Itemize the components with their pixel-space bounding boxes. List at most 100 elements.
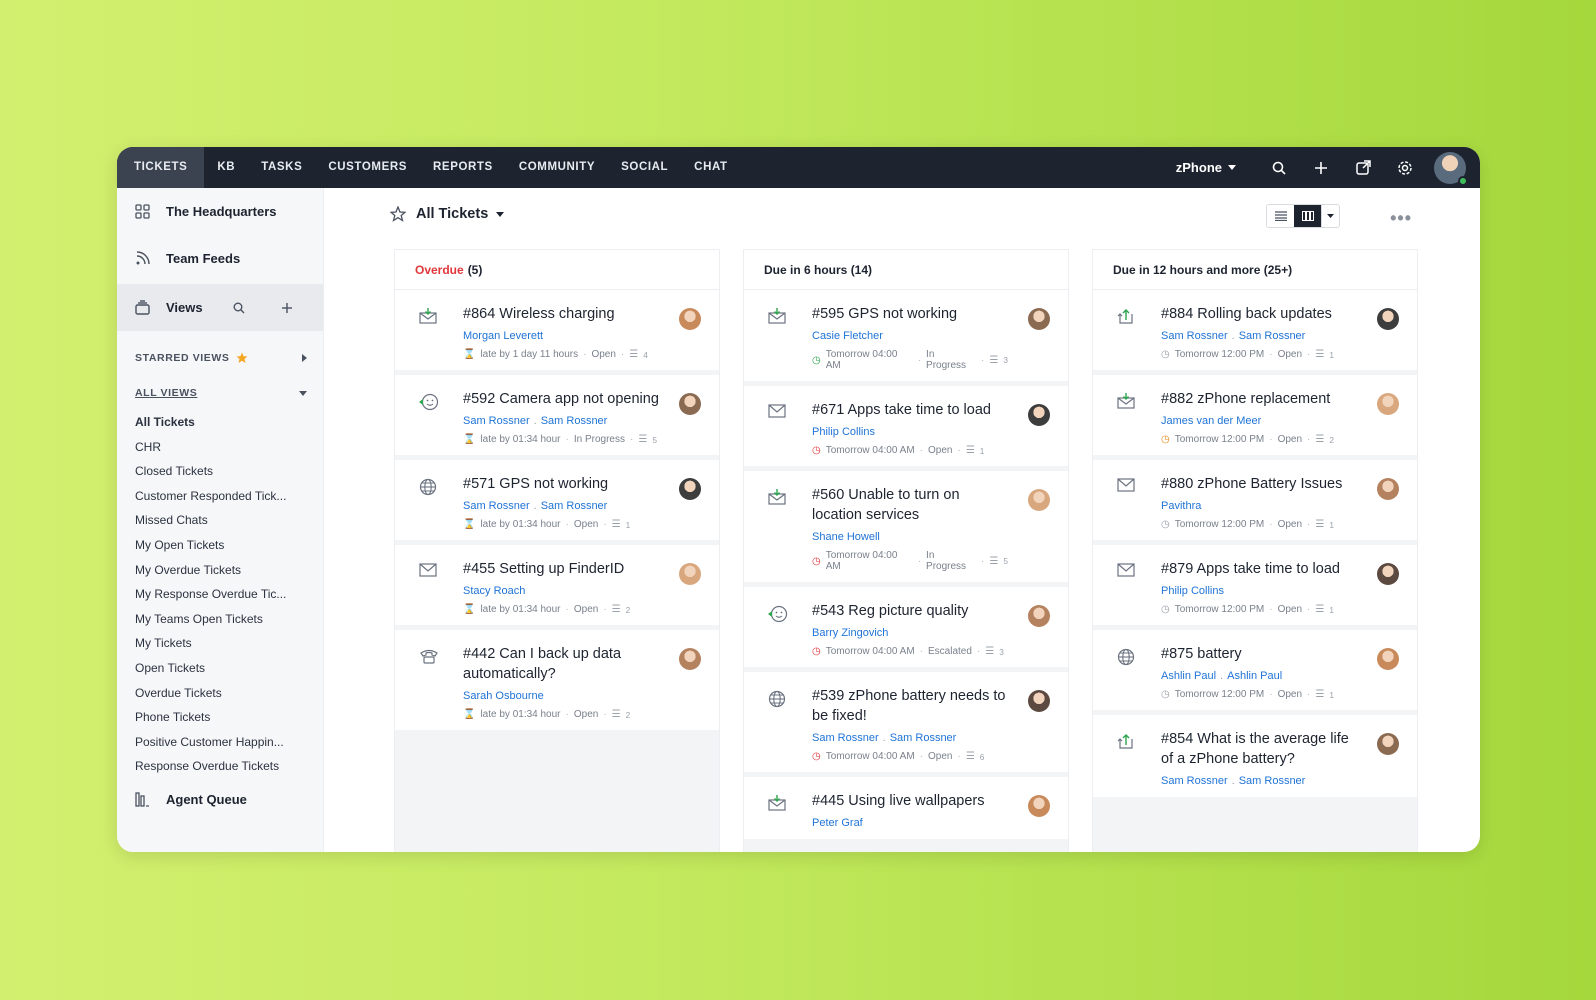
assignee-avatar[interactable] [1028, 404, 1050, 426]
contact-link[interactable]: Barry Zingovich [812, 627, 888, 639]
assignee-avatar[interactable] [1028, 690, 1050, 712]
ticket-card[interactable]: #539 zPhone battery needs to be fixed! Sa… [744, 672, 1068, 777]
assignee-avatar[interactable] [1028, 489, 1050, 511]
ticket-card[interactable]: #571 GPS not working Sam Rossner. Sam Ross… [395, 460, 719, 545]
contact-link[interactable]: Sarah Osbourne [463, 690, 544, 702]
ticket-card[interactable]: #880 zPhone Battery Issues Pavithra ◷ Tomor… [1093, 460, 1417, 545]
ticket-card[interactable]: #455 Setting up FinderID Stacy Roach ⌛ late… [395, 545, 719, 630]
contact-link[interactable]: Sam Rossner [1239, 330, 1306, 342]
ticket-title[interactable]: #543 Reg picture quality [812, 601, 1008, 621]
assignee-avatar[interactable] [679, 563, 701, 585]
ticket-card[interactable]: #595 GPS not working Casie Fletcher ◷ Tomor… [744, 290, 1068, 386]
view-my-overdue-tickets[interactable]: My Overdue Tickets [117, 558, 323, 583]
ticket-card[interactable]: #875 battery Ashlin Paul. Ashlin Paul ◷ Tomo… [1093, 630, 1417, 715]
ticket-card[interactable]: #671 Apps take time to load Philip Collin… [744, 386, 1068, 471]
kanban-view-button[interactable] [1294, 205, 1321, 227]
tab-chat[interactable]: CHAT [681, 147, 741, 188]
assignee-avatar[interactable] [679, 308, 701, 330]
view-positive-happiness[interactable]: Positive Customer Happin... [117, 730, 323, 755]
contact-link[interactable]: Philip Collins [812, 426, 875, 438]
ticket-card[interactable]: #445 Using live wallpapers Peter Graf [744, 777, 1068, 844]
assignee-avatar[interactable] [679, 478, 701, 500]
ticket-title[interactable]: #595 GPS not working [812, 304, 1008, 324]
ticket-card[interactable]: #879 Apps take time to load Philip Collin… [1093, 545, 1417, 630]
contact-link[interactable]: Philip Collins [1161, 585, 1224, 597]
view-chr[interactable]: CHR [117, 435, 323, 460]
contact-link[interactable]: Sam Rossner [890, 732, 957, 744]
contact-link[interactable]: Pavithra [1161, 500, 1201, 512]
sidebar-item-team-feeds[interactable]: Team Feeds [117, 235, 323, 282]
more-options-icon[interactable]: ••• [1390, 208, 1412, 229]
tab-social[interactable]: SOCIAL [608, 147, 681, 188]
view-missed-chats[interactable]: Missed Chats [117, 508, 323, 533]
star-outline-icon[interactable] [390, 206, 406, 222]
department-selector[interactable]: zPhone [1176, 160, 1236, 175]
ticket-title[interactable]: #455 Setting up FinderID [463, 559, 659, 579]
external-link-icon[interactable] [1342, 147, 1384, 188]
sidebar-item-agent-queue[interactable]: Agent Queue [117, 776, 323, 823]
assignee-avatar[interactable] [1028, 308, 1050, 330]
assignee-avatar[interactable] [1028, 605, 1050, 627]
tab-kb[interactable]: KB [204, 147, 248, 188]
contact-link[interactable]: Ashlin Paul [1161, 670, 1216, 682]
user-avatar[interactable] [1434, 151, 1468, 186]
search-icon[interactable] [233, 302, 245, 314]
all-views-header[interactable]: ALL VIEWS [117, 380, 323, 406]
assignee-avatar[interactable] [1377, 393, 1399, 415]
contact-link[interactable]: Sam Rossner [541, 500, 608, 512]
ticket-title[interactable]: #571 GPS not working [463, 474, 659, 494]
list-view-button[interactable] [1267, 205, 1294, 227]
view-phone-tickets[interactable]: Phone Tickets [117, 705, 323, 730]
contact-link[interactable]: Casie Fletcher [812, 330, 883, 342]
plus-icon[interactable] [281, 302, 293, 314]
contact-link[interactable]: Sam Rossner [463, 415, 530, 427]
ticket-title[interactable]: #882 zPhone replacement [1161, 389, 1357, 409]
tab-reports[interactable]: REPORTS [420, 147, 506, 188]
view-my-open-tickets[interactable]: My Open Tickets [117, 533, 323, 558]
view-customer-responded[interactable]: Customer Responded Tick... [117, 484, 323, 509]
assignee-avatar[interactable] [1377, 733, 1399, 755]
contact-link[interactable]: James van der Meer [1161, 415, 1261, 427]
tab-tasks[interactable]: TASKS [248, 147, 315, 188]
ticket-card[interactable]: #854 What is the average life of a zPhon… [1093, 715, 1417, 802]
ticket-card[interactable]: #864 Wireless charging Morgan Leverett ⌛ la… [395, 290, 719, 375]
view-all-tickets[interactable]: All Tickets [117, 410, 323, 435]
ticket-card[interactable]: #560 Unable to turn on location services… [744, 471, 1068, 587]
assignee-avatar[interactable] [1377, 563, 1399, 585]
ticket-title[interactable]: #445 Using live wallpapers [812, 791, 1008, 811]
view-closed-tickets[interactable]: Closed Tickets [117, 459, 323, 484]
ticket-title[interactable]: #879 Apps take time to load [1161, 559, 1357, 579]
assignee-avatar[interactable] [1028, 795, 1050, 817]
starred-views-header[interactable]: STARRED VIEWS [117, 345, 323, 371]
assignee-avatar[interactable] [1377, 478, 1399, 500]
contact-link[interactable]: Sam Rossner [1239, 775, 1306, 787]
contact-link[interactable]: Shane Howell [812, 531, 880, 543]
ticket-title[interactable]: #671 Apps take time to load [812, 400, 1008, 420]
sidebar-item-views[interactable]: Views [117, 284, 323, 331]
ticket-title[interactable]: #592 Camera app not opening [463, 389, 659, 409]
layout-dropdown[interactable] [1321, 205, 1339, 227]
tab-tickets[interactable]: TICKETS [117, 147, 205, 188]
assignee-avatar[interactable] [1377, 308, 1399, 330]
tab-customers[interactable]: CUSTOMERS [315, 147, 420, 188]
ticket-card[interactable]: #882 zPhone replacement James van der Mee… [1093, 375, 1417, 460]
assignee-avatar[interactable] [1377, 648, 1399, 670]
ticket-card[interactable]: #543 Reg picture quality Barry Zingovich ◷… [744, 587, 1068, 672]
ticket-title[interactable]: #880 zPhone Battery Issues [1161, 474, 1357, 494]
view-open-tickets[interactable]: Open Tickets [117, 656, 323, 681]
ticket-title[interactable]: #875 battery [1161, 644, 1357, 664]
ticket-card[interactable]: #884 Rolling back updates Sam Rossner. Sam… [1093, 290, 1417, 375]
plus-icon[interactable] [1300, 147, 1342, 188]
ticket-title[interactable]: #854 What is the average life of a zPhon… [1161, 729, 1357, 769]
contact-link[interactable]: Sam Rossner [1161, 330, 1228, 342]
sidebar-item-headquarters[interactable]: The Headquarters [117, 188, 323, 235]
contact-link[interactable]: Sam Rossner [1161, 775, 1228, 787]
tab-community[interactable]: COMMUNITY [506, 147, 608, 188]
gear-icon[interactable] [1384, 147, 1426, 188]
ticket-title[interactable]: #560 Unable to turn on location services [812, 485, 1008, 525]
view-my-tickets[interactable]: My Tickets [117, 631, 323, 656]
ticket-title[interactable]: #884 Rolling back updates [1161, 304, 1357, 324]
contact-link[interactable]: Sam Rossner [541, 415, 608, 427]
contact-link[interactable]: Sam Rossner [463, 500, 530, 512]
view-my-teams-open[interactable]: My Teams Open Tickets [117, 607, 323, 632]
